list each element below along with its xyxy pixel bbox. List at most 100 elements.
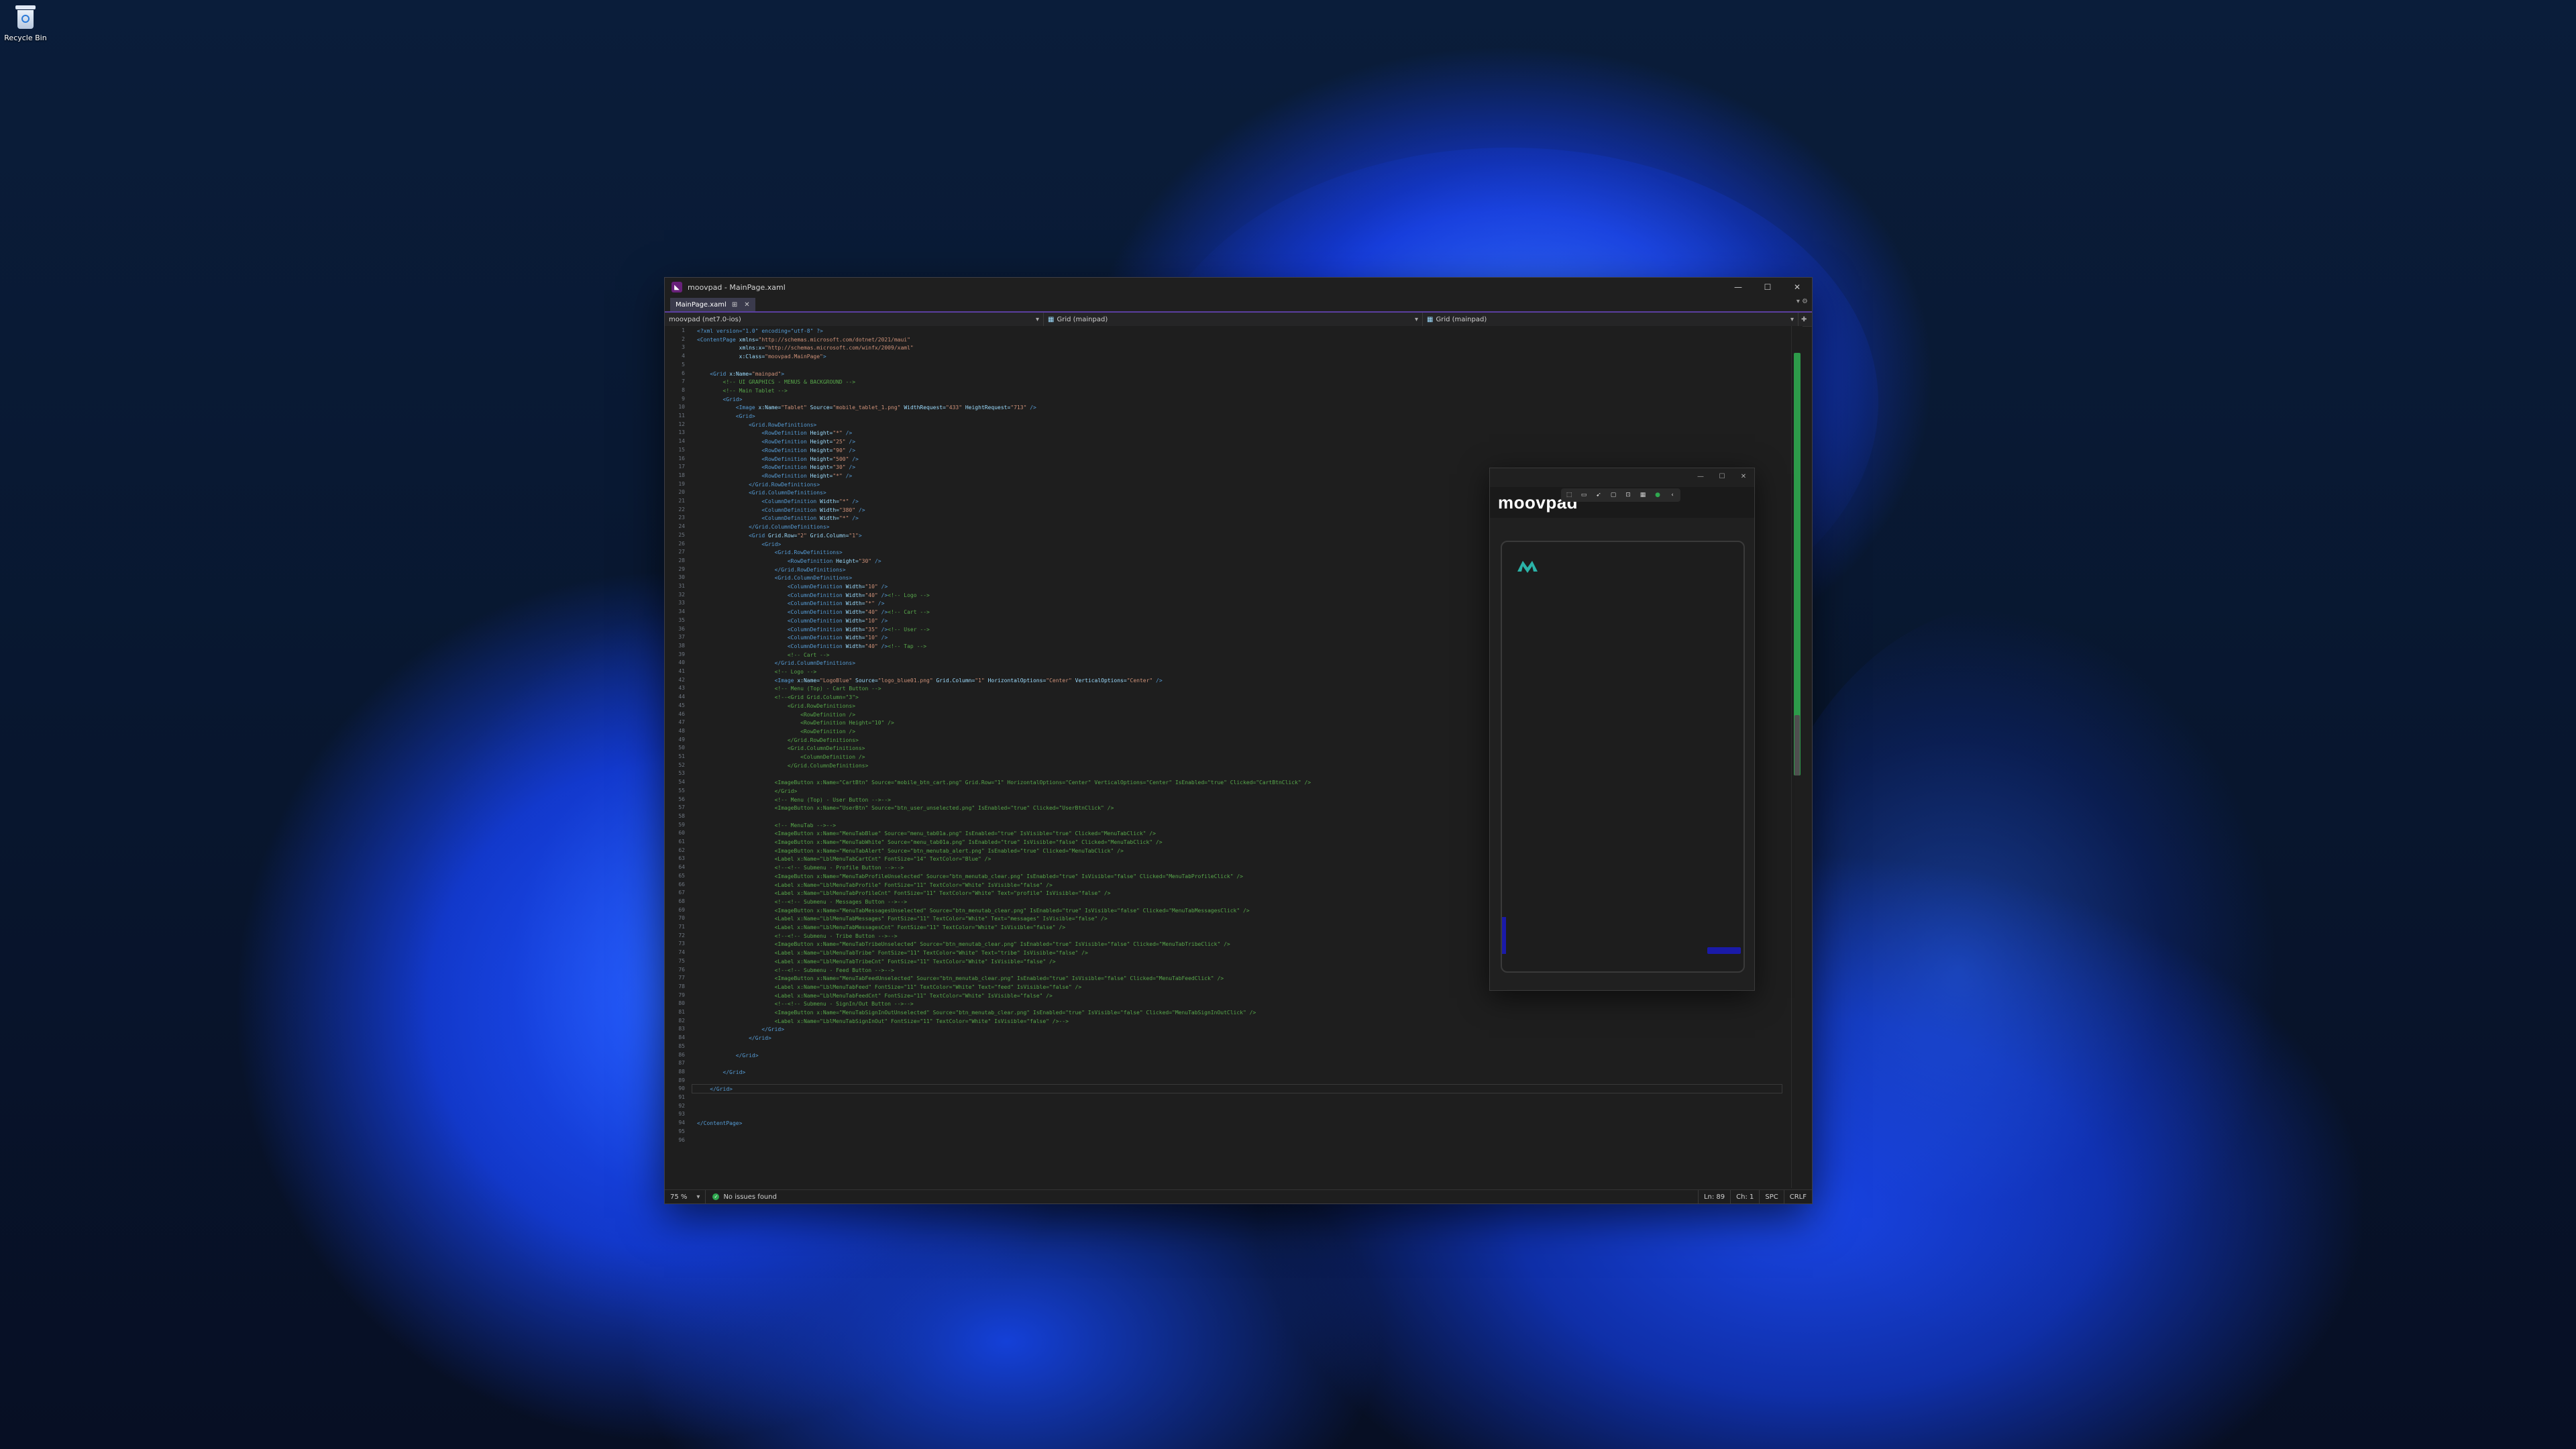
app-titlebar[interactable]: — ☐ ✕	[1490, 468, 1754, 484]
scroll-thumb[interactable]	[1794, 715, 1800, 775]
code-row[interactable]: 83 </Grid>	[665, 1026, 1803, 1034]
code-text[interactable]: <!--<!-- Submenu - SignIn/Out Button -->…	[697, 1000, 1803, 1009]
code-row[interactable]: 12 <Grid.RowDefinitions>	[665, 421, 1803, 430]
code-row[interactable]: 87	[665, 1060, 1803, 1069]
close-button[interactable]: ✕	[1782, 278, 1812, 297]
code-text[interactable]	[697, 1043, 1803, 1052]
code-text[interactable]: xmlns:x="http://schemas.microsoft.com/wi…	[697, 344, 1803, 353]
code-text[interactable]	[697, 362, 1803, 370]
code-text[interactable]	[697, 1103, 1803, 1112]
code-row[interactable]: 95	[665, 1128, 1803, 1137]
code-text[interactable]: <Grid>	[697, 413, 1803, 421]
code-text[interactable]: </Grid>	[697, 1052, 1803, 1061]
hot-reload-icon[interactable]: ●	[1652, 490, 1663, 500]
frame-icon[interactable]: ▢	[1608, 490, 1619, 500]
scope-dropdown-2[interactable]: ▦ Grid (mainpad) ▾	[1423, 313, 1799, 326]
select-icon[interactable]: ⬚	[1564, 490, 1574, 500]
binding-icon[interactable]: ▦	[1638, 490, 1648, 500]
code-text[interactable]: <Image x:Name="Tablet" Source="mobile_ta…	[697, 404, 1803, 413]
code-text[interactable]: <RowDefinition Height="500" />	[697, 455, 1803, 464]
code-text[interactable]	[697, 1111, 1803, 1120]
code-text[interactable]: </ContentPage>	[697, 1120, 1803, 1128]
pin-icon[interactable]: ⊞	[732, 301, 737, 309]
code-row[interactable]: 10 <Image x:Name="Tablet" Source="mobile…	[665, 404, 1803, 413]
code-row[interactable]: 90 </Grid>	[665, 1085, 1803, 1094]
char-number[interactable]: Ch: 1	[1730, 1190, 1759, 1203]
code-text[interactable]: <Grid x:Name="mainpad">	[697, 370, 1803, 379]
code-row[interactable]: 79 <Label x:Name="LblMenuTabFeedCnt" Fon…	[665, 992, 1803, 1001]
code-row[interactable]: 85	[665, 1043, 1803, 1052]
zoom-dropdown[interactable]: 75 % ▾	[665, 1190, 706, 1203]
whitespace-mode[interactable]: SPC	[1759, 1190, 1783, 1203]
code-text[interactable]	[697, 1137, 1803, 1146]
code-row[interactable]: 2 <ContentPage xmlns="http://schemas.micr…	[665, 336, 1803, 345]
code-row[interactable]: 15 <RowDefinition Height="90" />	[665, 447, 1803, 455]
code-row[interactable]: 1 <?xml version="1.0" encoding="utf-8" ?>	[665, 327, 1803, 336]
code-row[interactable]: 88 </Grid>	[665, 1069, 1803, 1077]
chevron-icon[interactable]: ‹	[1667, 490, 1678, 500]
code-row[interactable]: 91	[665, 1094, 1803, 1103]
code-text[interactable]: <!-- Main Tablet -->	[697, 387, 1803, 396]
code-text[interactable]: <ContentPage xmlns="http://schemas.micro…	[697, 336, 1803, 345]
line-ending[interactable]: CRLF	[1783, 1190, 1812, 1203]
code-text[interactable]: <RowDefinition Height="90" />	[697, 447, 1803, 455]
code-row[interactable]: 81 <ImageButton x:Name="MenuTabSignInOut…	[665, 1009, 1803, 1018]
code-text[interactable]: <Grid>	[697, 396, 1803, 405]
code-text[interactable]: <RowDefinition Height="25" />	[697, 438, 1803, 447]
layout-icon[interactable]: ⊡	[1623, 490, 1633, 500]
split-icon[interactable]: ✚	[1799, 316, 1809, 323]
code-row[interactable]: 82 <Label x:Name="LblMenuTabSignInOut" F…	[665, 1018, 1803, 1026]
code-text[interactable]: </Grid>	[697, 1034, 1803, 1043]
code-row[interactable]: 93	[665, 1111, 1803, 1120]
maximize-button[interactable]: ☐	[1711, 473, 1733, 480]
code-row[interactable]: 7 <!-- UI GRAPHICS - MENUS & BACKGROUND …	[665, 378, 1803, 387]
code-text[interactable]: <!-- UI GRAPHICS - MENUS & BACKGROUND --…	[697, 378, 1803, 387]
code-text[interactable]: x:Class="moovpad.MainPage">	[697, 353, 1803, 362]
tab-close-icon[interactable]: ✕	[744, 301, 749, 309]
code-text[interactable]: <Label x:Name="LblMenuTabSignInOut" Font…	[697, 1018, 1803, 1026]
code-row[interactable]: 80 <!--<!-- Submenu - SignIn/Out Button …	[665, 1000, 1803, 1009]
code-row[interactable]: 6 <Grid x:Name="mainpad">	[665, 370, 1803, 379]
camera-icon[interactable]: ▭	[1578, 490, 1589, 500]
code-text[interactable]: <?xml version="1.0" encoding="utf-8" ?>	[697, 327, 1803, 336]
code-text[interactable]: </Grid>	[697, 1069, 1803, 1077]
line-number[interactable]: Ln: 89	[1697, 1190, 1730, 1203]
desktop-icon-recycle-bin[interactable]: Recycle Bin	[4, 4, 47, 42]
code-row[interactable]: 94 </ContentPage>	[665, 1120, 1803, 1128]
code-text[interactable]: <Label x:Name="LblMenuTabFeedCnt" FontSi…	[697, 992, 1803, 1001]
code-row[interactable]: 84 </Grid>	[665, 1034, 1803, 1043]
code-row[interactable]: 8 <!-- Main Tablet -->	[665, 387, 1803, 396]
code-text[interactable]	[697, 1077, 1803, 1086]
code-text[interactable]: <RowDefinition Height="*" />	[697, 429, 1803, 438]
scope-dropdown-1[interactable]: ▦ Grid (mainpad) ▾	[1044, 313, 1423, 326]
code-row[interactable]: 86 </Grid>	[665, 1052, 1803, 1061]
code-text[interactable]: </Grid>	[697, 1026, 1803, 1034]
code-text[interactable]: </Grid>	[697, 1085, 1803, 1094]
code-text[interactable]	[697, 1128, 1803, 1137]
tab-mainpage-xaml[interactable]: MainPage.xaml ⊞ ✕	[670, 298, 755, 311]
pointer-icon[interactable]: ➹	[1593, 490, 1604, 500]
project-dropdown[interactable]: moovpad (net7.0-ios) ▾	[665, 313, 1044, 326]
code-row[interactable]: 5	[665, 362, 1803, 370]
code-row[interactable]: 89	[665, 1077, 1803, 1086]
code-row[interactable]: 96	[665, 1137, 1803, 1146]
window-titlebar[interactable]: ◣ moovpad - MainPage.xaml — ☐ ✕	[665, 278, 1812, 297]
code-row[interactable]: 4 x:Class="moovpad.MainPage">	[665, 353, 1803, 362]
code-text[interactable]	[697, 1060, 1803, 1069]
code-row[interactable]: 3 xmlns:x="http://schemas.microsoft.com/…	[665, 344, 1803, 353]
code-text[interactable]: <ImageButton x:Name="MenuTabSignInOutUns…	[697, 1009, 1803, 1018]
close-button[interactable]: ✕	[1733, 473, 1754, 480]
issues-indicator[interactable]: ✓ No issues found	[706, 1193, 784, 1201]
code-row[interactable]: 14 <RowDefinition Height="25" />	[665, 438, 1803, 447]
minimize-button[interactable]: —	[1723, 278, 1753, 297]
code-row[interactable]: 13 <RowDefinition Height="*" />	[665, 429, 1803, 438]
maximize-button[interactable]: ☐	[1753, 278, 1782, 297]
code-text[interactable]	[697, 1094, 1803, 1103]
vertical-scrollbar[interactable]	[1791, 326, 1803, 1188]
minimize-button[interactable]: —	[1690, 473, 1711, 480]
tab-overflow-icon[interactable]: ▾ ⚙	[1796, 298, 1808, 305]
code-row[interactable]: 9 <Grid>	[665, 396, 1803, 405]
code-row[interactable]: 92	[665, 1103, 1803, 1112]
code-row[interactable]: 16 <RowDefinition Height="500" />	[665, 455, 1803, 464]
code-row[interactable]: 11 <Grid>	[665, 413, 1803, 421]
